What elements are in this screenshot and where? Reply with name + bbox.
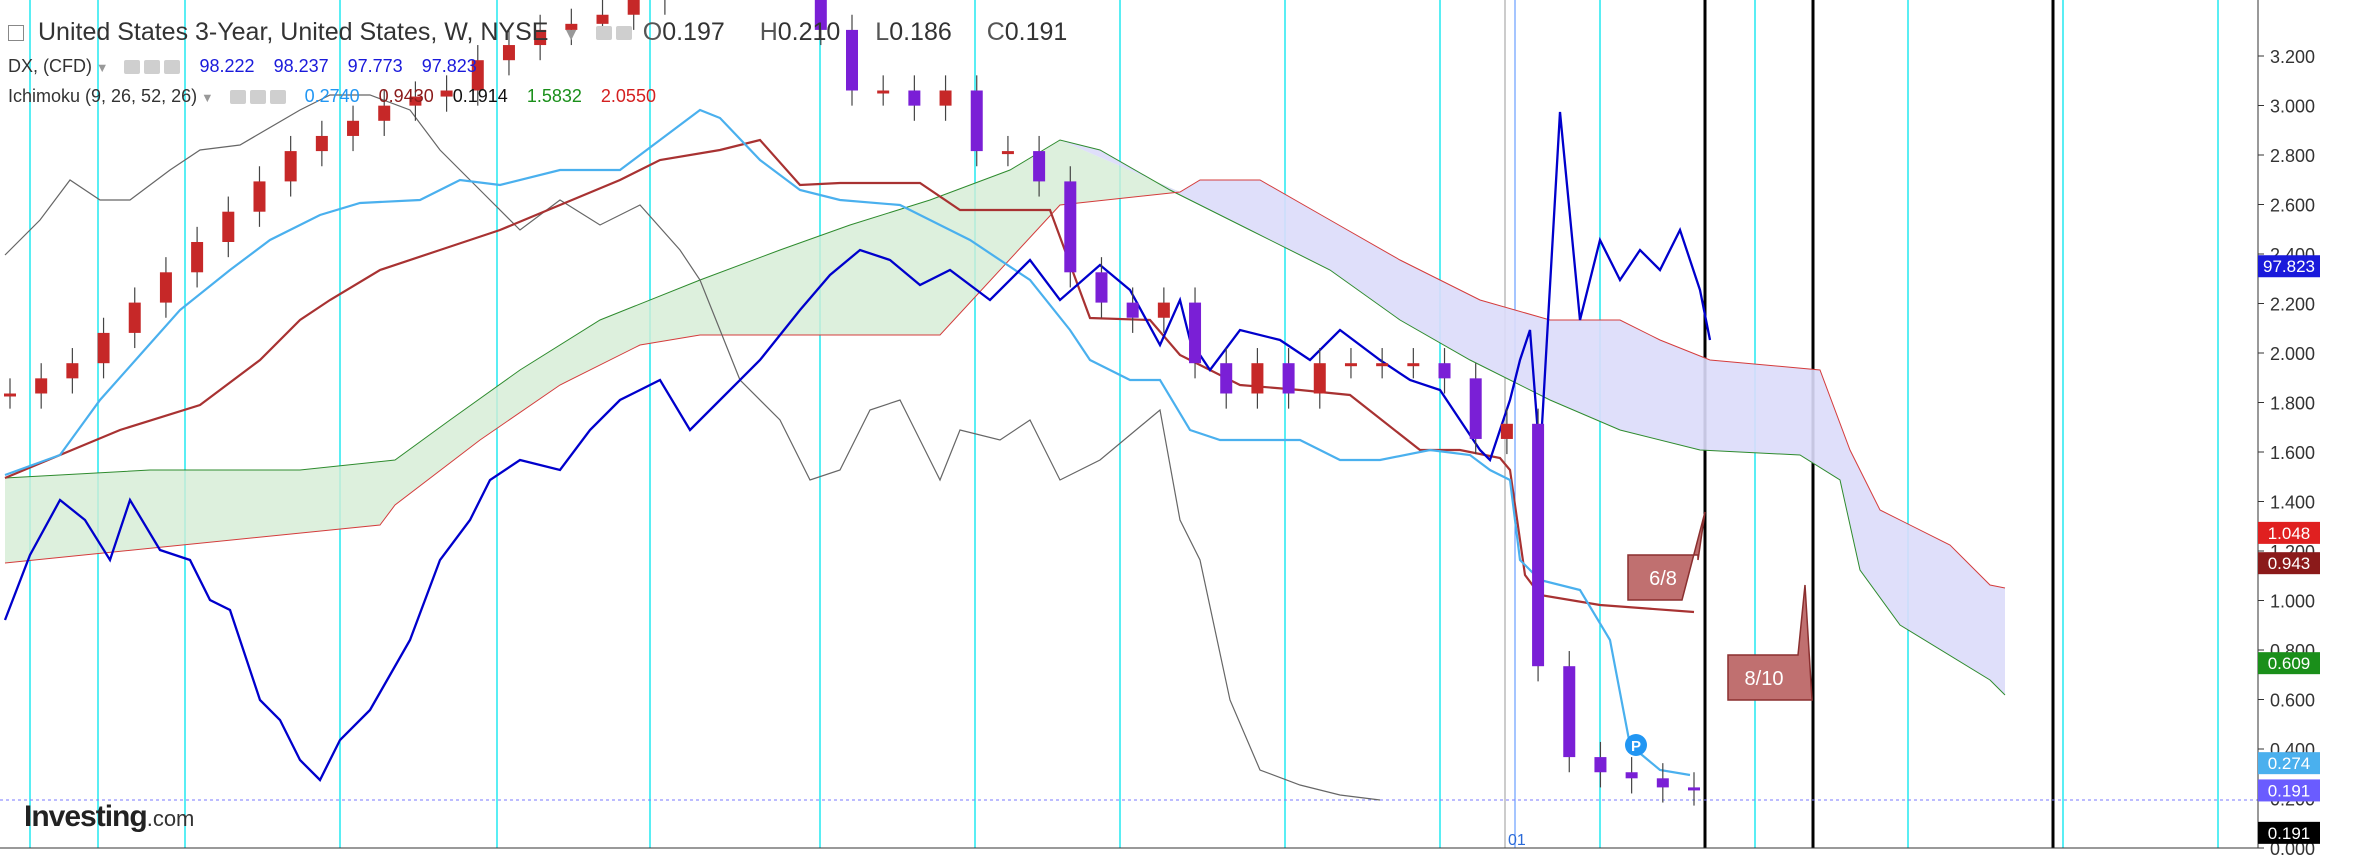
close-icon[interactable]: [269, 90, 286, 105]
candle-body-36: [1126, 302, 1139, 318]
high-value: 0.210: [777, 18, 841, 46]
gear-icon[interactable]: [249, 90, 266, 105]
y-tick-label-6: 2.000: [2270, 344, 2315, 364]
eye-icon[interactable]: [595, 26, 612, 41]
candle-body-31: [970, 90, 983, 152]
y-tick-label-3: 2.600: [2270, 196, 2315, 216]
y-tick-label-1: 3.000: [2270, 97, 2315, 117]
candle-body-30: [939, 90, 952, 106]
p-marker-label: P: [1631, 738, 1641, 755]
candle-body-46: [1438, 363, 1451, 379]
candle-body-9: [284, 151, 297, 182]
gear-icon[interactable]: [615, 26, 632, 41]
y-tick-label-11: 1.000: [2270, 592, 2315, 612]
ichimoku-span-b-value: 2.0550: [600, 86, 656, 106]
dx-value-3: 97.773: [347, 56, 403, 76]
gear-icon[interactable]: [144, 60, 161, 75]
candle-body-12: [378, 105, 391, 121]
candle-body-16: [502, 45, 515, 61]
callout-6-8-label: 6/8: [1649, 568, 1677, 590]
price-label-4: 0.274: [2268, 754, 2311, 773]
candle-body-40: [1251, 363, 1264, 394]
candle-body-43: [1344, 363, 1357, 367]
ichimoku-span-a-value: 1.5832: [526, 86, 582, 106]
ichimoku-kijun-value: 0.9430: [378, 86, 434, 106]
y-tick-label-8: 1.600: [2270, 443, 2315, 463]
price-label-0: 97.823: [2263, 257, 2315, 276]
price-label-1: 1.048: [2268, 524, 2311, 543]
chevron-down-icon[interactable]: ▼: [201, 91, 213, 105]
chevron-down-icon[interactable]: ▼: [96, 61, 108, 75]
candle-body-3: [97, 332, 110, 364]
candle-body-34: [1064, 181, 1077, 273]
eye-icon[interactable]: [124, 60, 141, 75]
close-value: 0.191: [1004, 18, 1068, 46]
y-tick-label-13: 0.600: [2270, 691, 2315, 711]
candle-body-8: [253, 181, 266, 212]
dx-legend: DX, (CFD) ▼ 98.222 98.237 97.773 97.823: [8, 56, 491, 77]
candle-body-0: [4, 393, 16, 397]
candle-body-47: [1469, 378, 1482, 439]
price-chart[interactable]: 6/88/10P 3.2003.0002.8002.6002.4002.2002…: [0, 0, 2353, 855]
candle-body-37: [1157, 302, 1170, 318]
candle-body-50: [1563, 666, 1576, 758]
ichimoku-tenkan-value: 0.2740: [304, 86, 360, 106]
y-tick-label-9: 1.400: [2270, 493, 2315, 513]
y-tick-label-2: 2.800: [2270, 146, 2315, 166]
candle-body-2: [66, 363, 79, 379]
y-tick-label-7: 1.800: [2270, 394, 2315, 414]
eye-icon[interactable]: [229, 90, 246, 105]
candle-body-39: [1220, 363, 1233, 394]
collapse-icon[interactable]: [8, 25, 24, 42]
candle-body-54: [1688, 787, 1700, 791]
candle-body-35: [1095, 272, 1108, 303]
dx-label[interactable]: DX, (CFD): [8, 56, 92, 76]
chart-title: United States 3-Year, United States, W, …: [38, 18, 549, 46]
price-label-6: 0.191: [2268, 824, 2311, 843]
callout-8-10-label: 8/10: [1745, 668, 1784, 690]
candle-body-33: [1033, 151, 1046, 182]
y-tick-label-0: 3.200: [2270, 47, 2315, 67]
candle-body-41: [1282, 363, 1295, 394]
candle-body-11: [347, 120, 360, 136]
price-label-3: 0.609: [2268, 654, 2311, 673]
ichimoku-legend: Ichimoku (9, 26, 52, 26) ▼ 0.2740 0.9430 …: [8, 86, 670, 107]
candle-body-49: [1532, 423, 1545, 667]
candle-body-28: [877, 90, 890, 94]
candle-body-1: [35, 378, 48, 394]
dx-value-1: 98.222: [199, 56, 255, 76]
investing-logo: Investing.com: [24, 800, 195, 833]
candle-body-5: [159, 272, 172, 303]
candle-body-51: [1594, 757, 1607, 773]
close-icon[interactable]: [164, 60, 181, 75]
price-axis: [2258, 0, 2353, 855]
candle-body-48: [1500, 423, 1513, 439]
candle-body-20: [627, 0, 640, 15]
price-label-5: 0.191: [2268, 781, 2311, 800]
candle-body-45: [1407, 363, 1420, 367]
dx-value-2: 98.237: [273, 56, 329, 76]
chart-header: United States 3-Year, United States, W, …: [8, 18, 1095, 47]
candle-body-42: [1313, 363, 1326, 394]
low-value: 0.186: [889, 18, 952, 46]
candle-body-10: [315, 135, 328, 152]
candle-body-32: [1001, 151, 1014, 155]
y-tick-label-5: 2.200: [2270, 295, 2315, 315]
dx-value-4: 97.823: [421, 56, 477, 76]
candle-body-53: [1656, 778, 1669, 788]
candle-body-44: [1376, 363, 1389, 367]
candle-body-7: [222, 211, 235, 242]
ichimoku-chikou-value: 0.1914: [452, 86, 508, 106]
candle-body-29: [908, 90, 921, 106]
candle-body-4: [128, 302, 141, 333]
open-value: 0.197: [662, 18, 725, 46]
candle-body-38: [1189, 302, 1202, 364]
chevron-down-icon[interactable]: ▼: [562, 24, 579, 44]
x-axis-label: 01: [1508, 832, 1526, 849]
price-label-2: 0.943: [2268, 554, 2311, 573]
candle-body-6: [191, 242, 204, 273]
candle-body-52: [1625, 772, 1638, 779]
ichimoku-label[interactable]: Ichimoku (9, 26, 52, 26): [8, 86, 197, 106]
